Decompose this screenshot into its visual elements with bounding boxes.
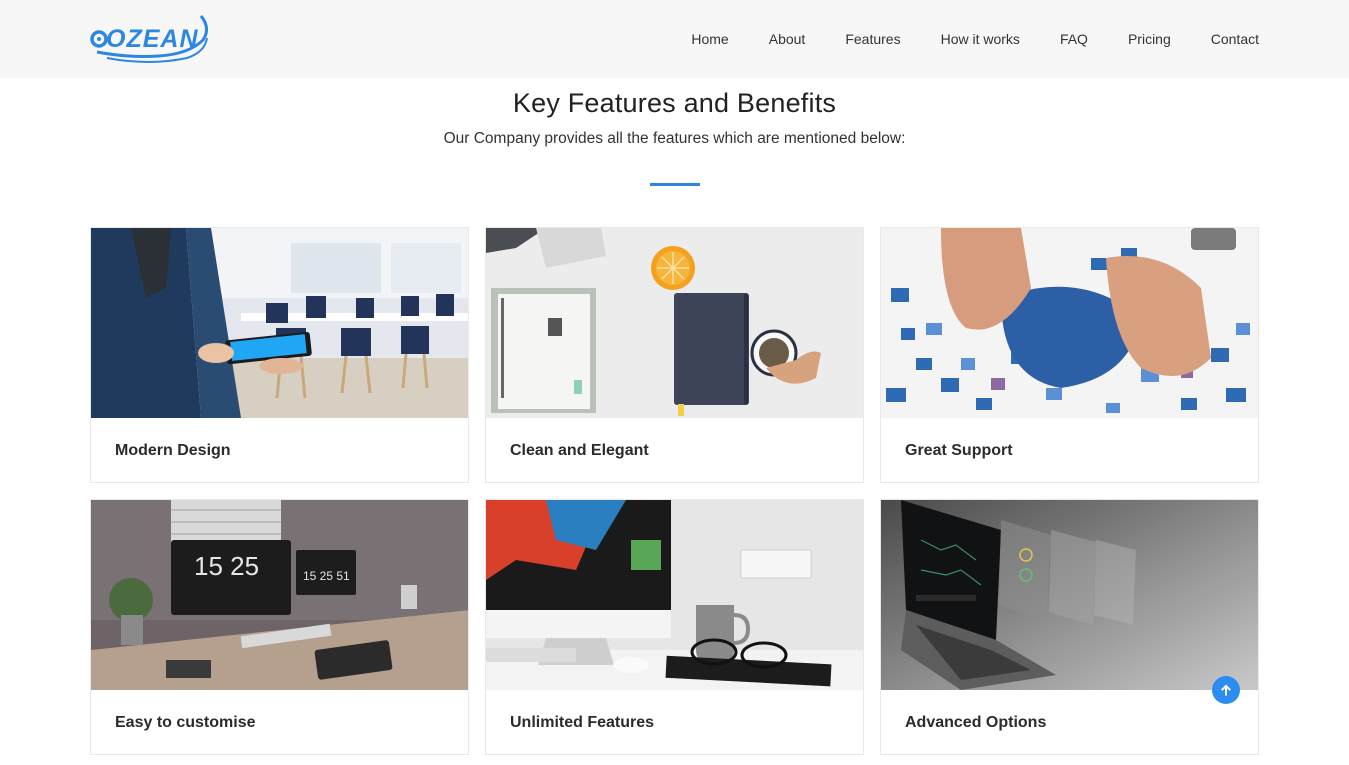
- navbar: OZEAN Home About Features How it works F…: [0, 0, 1349, 78]
- scroll-to-top-button[interactable]: [1212, 676, 1240, 704]
- feature-card-title: Easy to customise: [115, 714, 256, 731]
- feature-card-unlimited-features[interactable]: Unlimited Features: [485, 499, 864, 755]
- feature-card-title: Modern Design: [115, 442, 231, 459]
- feature-image-puzzle-hands: [881, 228, 1258, 418]
- feature-card-title: Unlimited Features: [510, 714, 655, 731]
- svg-text:15 25: 15 25: [194, 551, 259, 581]
- nav-how-it-works-link[interactable]: How it works: [941, 0, 1020, 78]
- feature-card-clean-elegant[interactable]: Clean and Elegant: [485, 227, 864, 483]
- nav-contact-link[interactable]: Contact: [1211, 0, 1259, 78]
- nav-home-link[interactable]: Home: [691, 0, 728, 78]
- svg-text:15 25 51: 15 25 51: [303, 569, 350, 583]
- feature-card-easy-customise[interactable]: 15 25 15 25 51 Easy to customise: [90, 499, 469, 755]
- feature-card-title: Great Support: [905, 442, 1013, 459]
- feature-image-laptop-dashboard: [881, 500, 1258, 690]
- feature-image-workspace-monitors: 15 25 15 25 51: [91, 500, 468, 690]
- feature-card-modern-design[interactable]: Modern Design: [90, 227, 469, 483]
- ozean-logo[interactable]: OZEAN: [89, 12, 213, 66]
- section-subtitle: Our Company provides all the features wh…: [443, 130, 906, 147]
- title-divider: [650, 183, 700, 186]
- arrow-up-icon: [1221, 684, 1231, 696]
- feature-image-office-tablet: [91, 228, 468, 418]
- nav-features-link[interactable]: Features: [845, 0, 900, 78]
- feature-card-title: Advanced Options: [905, 714, 1047, 731]
- feature-image-desk-flatlay: [486, 228, 863, 418]
- nav-pricing-link[interactable]: Pricing: [1128, 0, 1171, 78]
- logo-text: OZEAN: [106, 25, 199, 53]
- section-title: Key Features and Benefits: [512, 88, 837, 118]
- feature-card-title: Clean and Elegant: [510, 442, 649, 459]
- nav-about-link[interactable]: About: [769, 0, 806, 78]
- feature-image-imac-desk: [486, 500, 863, 690]
- main-nav: Home About Features How it works FAQ Pri…: [691, 0, 1259, 78]
- feature-card-advanced-options[interactable]: Advanced Options: [880, 499, 1259, 755]
- nav-faq-link[interactable]: FAQ: [1060, 0, 1088, 78]
- feature-card-great-support[interactable]: Great Support: [880, 227, 1259, 483]
